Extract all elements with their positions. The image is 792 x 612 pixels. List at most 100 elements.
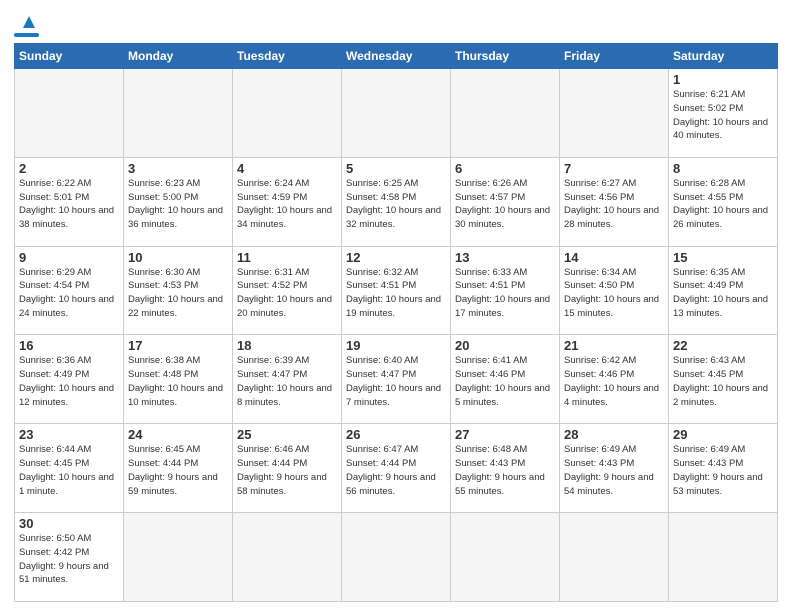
day-number: 27 bbox=[455, 427, 555, 442]
day-info: Sunrise: 6:43 AM Sunset: 4:45 PM Dayligh… bbox=[673, 354, 773, 409]
day-number: 1 bbox=[673, 72, 773, 87]
logo-triangle-icon bbox=[17, 10, 39, 32]
day-info: Sunrise: 6:30 AM Sunset: 4:53 PM Dayligh… bbox=[128, 266, 228, 321]
header bbox=[14, 10, 778, 37]
day-info: Sunrise: 6:32 AM Sunset: 4:51 PM Dayligh… bbox=[346, 266, 446, 321]
weekday-header-wednesday: Wednesday bbox=[342, 44, 451, 69]
day-info: Sunrise: 6:49 AM Sunset: 4:43 PM Dayligh… bbox=[673, 443, 773, 498]
calendar-cell: 27Sunrise: 6:48 AM Sunset: 4:43 PM Dayli… bbox=[451, 424, 560, 513]
day-number: 18 bbox=[237, 338, 337, 353]
day-number: 9 bbox=[19, 250, 119, 265]
calendar-header: SundayMondayTuesdayWednesdayThursdayFrid… bbox=[15, 44, 778, 69]
day-info: Sunrise: 6:31 AM Sunset: 4:52 PM Dayligh… bbox=[237, 266, 337, 321]
day-number: 16 bbox=[19, 338, 119, 353]
calendar-cell: 15Sunrise: 6:35 AM Sunset: 4:49 PM Dayli… bbox=[669, 246, 778, 335]
calendar-cell: 14Sunrise: 6:34 AM Sunset: 4:50 PM Dayli… bbox=[560, 246, 669, 335]
calendar-cell: 20Sunrise: 6:41 AM Sunset: 4:46 PM Dayli… bbox=[451, 335, 560, 424]
day-info: Sunrise: 6:25 AM Sunset: 4:58 PM Dayligh… bbox=[346, 177, 446, 232]
weekday-header-thursday: Thursday bbox=[451, 44, 560, 69]
day-info: Sunrise: 6:35 AM Sunset: 4:49 PM Dayligh… bbox=[673, 266, 773, 321]
calendar-cell: 7Sunrise: 6:27 AM Sunset: 4:56 PM Daylig… bbox=[560, 157, 669, 246]
calendar-cell: 16Sunrise: 6:36 AM Sunset: 4:49 PM Dayli… bbox=[15, 335, 124, 424]
day-number: 3 bbox=[128, 161, 228, 176]
calendar-cell bbox=[124, 69, 233, 158]
weekday-header-sunday: Sunday bbox=[15, 44, 124, 69]
calendar-cell: 10Sunrise: 6:30 AM Sunset: 4:53 PM Dayli… bbox=[124, 246, 233, 335]
day-info: Sunrise: 6:21 AM Sunset: 5:02 PM Dayligh… bbox=[673, 88, 773, 143]
day-info: Sunrise: 6:24 AM Sunset: 4:59 PM Dayligh… bbox=[237, 177, 337, 232]
logo-underline bbox=[14, 33, 39, 37]
calendar-table: SundayMondayTuesdayWednesdayThursdayFrid… bbox=[14, 43, 778, 602]
weekday-header-saturday: Saturday bbox=[669, 44, 778, 69]
calendar-week-4: 23Sunrise: 6:44 AM Sunset: 4:45 PM Dayli… bbox=[15, 424, 778, 513]
calendar-cell: 8Sunrise: 6:28 AM Sunset: 4:55 PM Daylig… bbox=[669, 157, 778, 246]
day-info: Sunrise: 6:38 AM Sunset: 4:48 PM Dayligh… bbox=[128, 354, 228, 409]
calendar-cell: 28Sunrise: 6:49 AM Sunset: 4:43 PM Dayli… bbox=[560, 424, 669, 513]
day-number: 11 bbox=[237, 250, 337, 265]
calendar-week-0: 1Sunrise: 6:21 AM Sunset: 5:02 PM Daylig… bbox=[15, 69, 778, 158]
day-number: 23 bbox=[19, 427, 119, 442]
day-number: 24 bbox=[128, 427, 228, 442]
day-number: 21 bbox=[564, 338, 664, 353]
calendar-cell: 22Sunrise: 6:43 AM Sunset: 4:45 PM Dayli… bbox=[669, 335, 778, 424]
calendar-cell: 24Sunrise: 6:45 AM Sunset: 4:44 PM Dayli… bbox=[124, 424, 233, 513]
weekday-header-row: SundayMondayTuesdayWednesdayThursdayFrid… bbox=[15, 44, 778, 69]
day-info: Sunrise: 6:45 AM Sunset: 4:44 PM Dayligh… bbox=[128, 443, 228, 498]
calendar-cell bbox=[342, 513, 451, 602]
day-info: Sunrise: 6:44 AM Sunset: 4:45 PM Dayligh… bbox=[19, 443, 119, 498]
calendar-cell: 21Sunrise: 6:42 AM Sunset: 4:46 PM Dayli… bbox=[560, 335, 669, 424]
day-number: 22 bbox=[673, 338, 773, 353]
calendar-cell: 17Sunrise: 6:38 AM Sunset: 4:48 PM Dayli… bbox=[124, 335, 233, 424]
day-info: Sunrise: 6:48 AM Sunset: 4:43 PM Dayligh… bbox=[455, 443, 555, 498]
calendar-cell: 6Sunrise: 6:26 AM Sunset: 4:57 PM Daylig… bbox=[451, 157, 560, 246]
day-number: 8 bbox=[673, 161, 773, 176]
day-info: Sunrise: 6:42 AM Sunset: 4:46 PM Dayligh… bbox=[564, 354, 664, 409]
calendar-cell: 23Sunrise: 6:44 AM Sunset: 4:45 PM Dayli… bbox=[15, 424, 124, 513]
day-number: 5 bbox=[346, 161, 446, 176]
calendar-week-1: 2Sunrise: 6:22 AM Sunset: 5:01 PM Daylig… bbox=[15, 157, 778, 246]
day-info: Sunrise: 6:39 AM Sunset: 4:47 PM Dayligh… bbox=[237, 354, 337, 409]
calendar-cell: 29Sunrise: 6:49 AM Sunset: 4:43 PM Dayli… bbox=[669, 424, 778, 513]
day-info: Sunrise: 6:36 AM Sunset: 4:49 PM Dayligh… bbox=[19, 354, 119, 409]
calendar-cell: 18Sunrise: 6:39 AM Sunset: 4:47 PM Dayli… bbox=[233, 335, 342, 424]
calendar-cell bbox=[669, 513, 778, 602]
day-number: 15 bbox=[673, 250, 773, 265]
calendar-cell bbox=[233, 69, 342, 158]
calendar-week-3: 16Sunrise: 6:36 AM Sunset: 4:49 PM Dayli… bbox=[15, 335, 778, 424]
day-number: 20 bbox=[455, 338, 555, 353]
calendar-cell bbox=[124, 513, 233, 602]
weekday-header-tuesday: Tuesday bbox=[233, 44, 342, 69]
day-info: Sunrise: 6:28 AM Sunset: 4:55 PM Dayligh… bbox=[673, 177, 773, 232]
logo bbox=[14, 10, 39, 37]
day-info: Sunrise: 6:22 AM Sunset: 5:01 PM Dayligh… bbox=[19, 177, 119, 232]
day-info: Sunrise: 6:26 AM Sunset: 4:57 PM Dayligh… bbox=[455, 177, 555, 232]
day-info: Sunrise: 6:33 AM Sunset: 4:51 PM Dayligh… bbox=[455, 266, 555, 321]
calendar-cell: 2Sunrise: 6:22 AM Sunset: 5:01 PM Daylig… bbox=[15, 157, 124, 246]
day-number: 2 bbox=[19, 161, 119, 176]
day-number: 4 bbox=[237, 161, 337, 176]
calendar-cell: 30Sunrise: 6:50 AM Sunset: 4:42 PM Dayli… bbox=[15, 513, 124, 602]
day-number: 10 bbox=[128, 250, 228, 265]
day-number: 30 bbox=[19, 516, 119, 531]
day-info: Sunrise: 6:23 AM Sunset: 5:00 PM Dayligh… bbox=[128, 177, 228, 232]
calendar-cell bbox=[560, 69, 669, 158]
day-info: Sunrise: 6:49 AM Sunset: 4:43 PM Dayligh… bbox=[564, 443, 664, 498]
calendar-cell: 3Sunrise: 6:23 AM Sunset: 5:00 PM Daylig… bbox=[124, 157, 233, 246]
day-number: 14 bbox=[564, 250, 664, 265]
day-number: 17 bbox=[128, 338, 228, 353]
day-info: Sunrise: 6:27 AM Sunset: 4:56 PM Dayligh… bbox=[564, 177, 664, 232]
day-info: Sunrise: 6:29 AM Sunset: 4:54 PM Dayligh… bbox=[19, 266, 119, 321]
calendar-cell: 9Sunrise: 6:29 AM Sunset: 4:54 PM Daylig… bbox=[15, 246, 124, 335]
calendar-cell: 26Sunrise: 6:47 AM Sunset: 4:44 PM Dayli… bbox=[342, 424, 451, 513]
calendar-cell: 12Sunrise: 6:32 AM Sunset: 4:51 PM Dayli… bbox=[342, 246, 451, 335]
calendar-cell bbox=[560, 513, 669, 602]
day-info: Sunrise: 6:46 AM Sunset: 4:44 PM Dayligh… bbox=[237, 443, 337, 498]
calendar-cell bbox=[451, 69, 560, 158]
calendar-cell: 11Sunrise: 6:31 AM Sunset: 4:52 PM Dayli… bbox=[233, 246, 342, 335]
weekday-header-monday: Monday bbox=[124, 44, 233, 69]
calendar-cell: 4Sunrise: 6:24 AM Sunset: 4:59 PM Daylig… bbox=[233, 157, 342, 246]
page: SundayMondayTuesdayWednesdayThursdayFrid… bbox=[0, 0, 792, 612]
day-number: 12 bbox=[346, 250, 446, 265]
calendar-cell: 25Sunrise: 6:46 AM Sunset: 4:44 PM Dayli… bbox=[233, 424, 342, 513]
calendar-week-5: 30Sunrise: 6:50 AM Sunset: 4:42 PM Dayli… bbox=[15, 513, 778, 602]
